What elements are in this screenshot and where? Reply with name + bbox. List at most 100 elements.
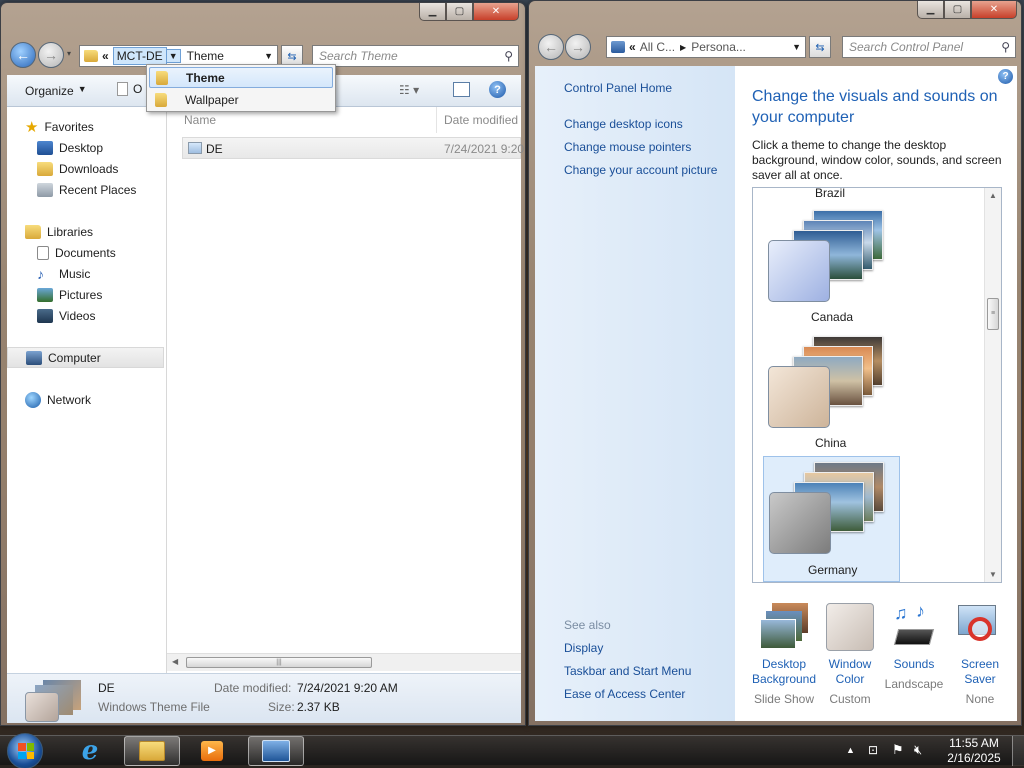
close-button[interactable]: ✕ bbox=[473, 3, 519, 21]
taskbar-control-panel-button[interactable] bbox=[248, 736, 304, 766]
theme-germany[interactable]: Germany bbox=[763, 456, 900, 582]
menu-item-wallpaper[interactable]: Wallpaper bbox=[149, 90, 333, 111]
search-icon: ⚲ bbox=[504, 49, 513, 63]
menu-item-theme[interactable]: Theme bbox=[149, 67, 333, 88]
cp-address-overflow[interactable]: « bbox=[629, 40, 636, 54]
clock-date: 2/16/2025 bbox=[947, 751, 1001, 765]
nav-music-label: Music bbox=[59, 266, 91, 281]
maximize-button[interactable]: ▢ bbox=[446, 3, 473, 21]
cp-address-bar[interactable]: « All C... ▶ Persona... ▼ bbox=[606, 36, 806, 58]
nav-favorites[interactable]: ★ Favorites bbox=[25, 116, 94, 137]
nav-computer[interactable]: Computer bbox=[7, 347, 164, 368]
nav-network-label: Network bbox=[47, 392, 92, 407]
change-mouse-pointers-link[interactable]: Change mouse pointers bbox=[564, 140, 691, 154]
libraries-icon bbox=[25, 224, 41, 239]
ease-of-access-link[interactable]: Ease of Access Center bbox=[564, 687, 685, 701]
menu-item-theme-label: Theme bbox=[186, 71, 225, 85]
scroll-up-icon[interactable]: ▲ bbox=[989, 191, 997, 200]
taskbar-explorer-button[interactable] bbox=[124, 736, 180, 766]
screen-saver-button[interactable]: Screen Saver None bbox=[947, 601, 1013, 711]
sounds-button[interactable]: ♫ ♪ Sounds Landscape bbox=[881, 601, 947, 711]
taskbar-start-menu-link[interactable]: Taskbar and Start Menu bbox=[564, 664, 691, 678]
action-center-flag-icon[interactable]: ⚑ bbox=[892, 742, 904, 758]
see-also-heading: See also bbox=[564, 618, 611, 632]
window-color-value: Custom bbox=[829, 692, 871, 706]
organize-button[interactable]: Organize ▼ bbox=[25, 84, 87, 98]
nav-network[interactable]: Network bbox=[25, 389, 91, 410]
breadcrumb-current[interactable]: Theme bbox=[187, 49, 224, 63]
theme-china[interactable]: China bbox=[763, 332, 903, 454]
cp-help-icon[interactable]: ? bbox=[998, 69, 1013, 84]
breadcrumb-arrow-icon[interactable]: ▶ bbox=[680, 43, 686, 52]
horizontal-scrollbar[interactable]: ◀ ||| bbox=[167, 653, 521, 671]
theme-list-scrollbar[interactable]: ▲ ≡ ▼ bbox=[984, 188, 1001, 582]
breadcrumb-chevron-icon[interactable]: ▼ bbox=[166, 49, 181, 63]
volume-muted-icon[interactable]: 🔇︎ bbox=[914, 742, 922, 758]
display-link[interactable]: Display bbox=[564, 641, 603, 655]
cp-close-button[interactable]: ✕ bbox=[971, 1, 1017, 19]
taskbar-ie-button[interactable]: e bbox=[66, 736, 114, 766]
explorer-caption-buttons: ▁ ▢ ✕ bbox=[419, 3, 519, 21]
taskbar-media-player-button[interactable]: ▶ bbox=[188, 737, 236, 765]
window-color-label: Window Color bbox=[828, 657, 872, 686]
details-file-type: Windows Theme File bbox=[98, 700, 210, 714]
help-icon[interactable]: ? bbox=[489, 81, 506, 98]
breadcrumb-mct-de[interactable]: MCT-DE bbox=[112, 47, 167, 65]
desktop-background-button[interactable]: Desktop Background Slide Show bbox=[751, 601, 817, 711]
nav-libraries[interactable]: Libraries bbox=[25, 221, 93, 242]
cp-address-dropdown-icon[interactable]: ▼ bbox=[792, 42, 801, 52]
nav-pictures[interactable]: Pictures bbox=[37, 284, 102, 305]
cp-search-input[interactable]: Search Control Panel ⚲ bbox=[842, 36, 1016, 58]
cp-breadcrumb-all[interactable]: All C... bbox=[640, 40, 675, 54]
minimize-button[interactable]: ▁ bbox=[419, 3, 446, 21]
scroll-down-icon[interactable]: ▼ bbox=[989, 570, 997, 579]
star-icon: ★ bbox=[25, 118, 39, 136]
control-panel-icon bbox=[611, 41, 625, 53]
column-header-name[interactable]: Name bbox=[184, 113, 216, 127]
view-options-icon[interactable]: ☷ ▾ bbox=[399, 83, 419, 97]
show-desktop-button[interactable] bbox=[1012, 736, 1024, 766]
page-heading: Change the visuals and sounds on your co… bbox=[752, 88, 998, 126]
explorer-search-input[interactable]: Search Theme ⚲ bbox=[312, 45, 519, 67]
cp-forward-button[interactable]: → bbox=[565, 34, 591, 60]
network-tray-icon[interactable]: ⊡ bbox=[868, 743, 878, 757]
start-button[interactable] bbox=[7, 733, 43, 768]
scroll-thumb[interactable]: ≡ bbox=[987, 298, 999, 330]
nav-videos[interactable]: Videos bbox=[37, 305, 95, 326]
recent-pages-icon[interactable]: ▾ bbox=[67, 49, 71, 58]
cp-minimize-button[interactable]: ▁ bbox=[917, 1, 944, 19]
cp-breadcrumb-personalization[interactable]: Persona... bbox=[691, 40, 746, 54]
change-account-picture-link[interactable]: Change your account picture bbox=[564, 163, 717, 177]
open-button[interactable]: O bbox=[117, 82, 142, 96]
nav-music[interactable]: ♪ Music bbox=[37, 263, 90, 284]
system-clock[interactable]: 11:55 AM 2/16/2025 bbox=[944, 736, 1004, 766]
cp-refresh-button[interactable]: ⇆ bbox=[809, 36, 831, 58]
show-hidden-icons-icon[interactable]: ▲ bbox=[846, 745, 855, 755]
theme-label-brazil[interactable]: Brazil bbox=[815, 188, 845, 200]
window-color-swatch bbox=[769, 492, 831, 554]
file-row-de[interactable]: DE 7/24/2021 9:20 bbox=[182, 137, 524, 159]
cp-back-button[interactable]: ← bbox=[538, 34, 564, 60]
scroll-thumb[interactable]: ||| bbox=[186, 657, 372, 668]
window-color-button[interactable]: Window Color Custom bbox=[817, 601, 883, 711]
control-panel-home-link[interactable]: Control Panel Home bbox=[564, 81, 672, 95]
address-dropdown-icon[interactable]: ▼ bbox=[264, 51, 273, 61]
window-color-icon bbox=[826, 603, 874, 651]
back-button[interactable]: ← bbox=[10, 42, 36, 68]
scroll-left-icon[interactable]: ◀ bbox=[172, 657, 178, 666]
column-header-date[interactable]: Date modified bbox=[444, 113, 518, 127]
theme-list[interactable]: Brazil Canada China Germany ▲ ≡ ▼ bbox=[752, 187, 1002, 583]
column-separator[interactable] bbox=[436, 107, 437, 133]
forward-button[interactable]: → bbox=[38, 42, 64, 68]
preview-pane-icon[interactable] bbox=[453, 82, 470, 97]
theme-canada[interactable]: Canada bbox=[763, 206, 903, 328]
nav-downloads[interactable]: Downloads bbox=[37, 158, 118, 179]
cp-maximize-button[interactable]: ▢ bbox=[944, 1, 971, 19]
change-desktop-icons-link[interactable]: Change desktop icons bbox=[564, 117, 683, 131]
nav-desktop[interactable]: Desktop bbox=[37, 137, 103, 158]
address-overflow[interactable]: « bbox=[102, 49, 109, 63]
document-icon bbox=[117, 82, 128, 96]
nav-documents[interactable]: Documents bbox=[37, 242, 116, 263]
file-name: DE bbox=[206, 142, 223, 156]
nav-recent-places[interactable]: Recent Places bbox=[37, 179, 136, 200]
